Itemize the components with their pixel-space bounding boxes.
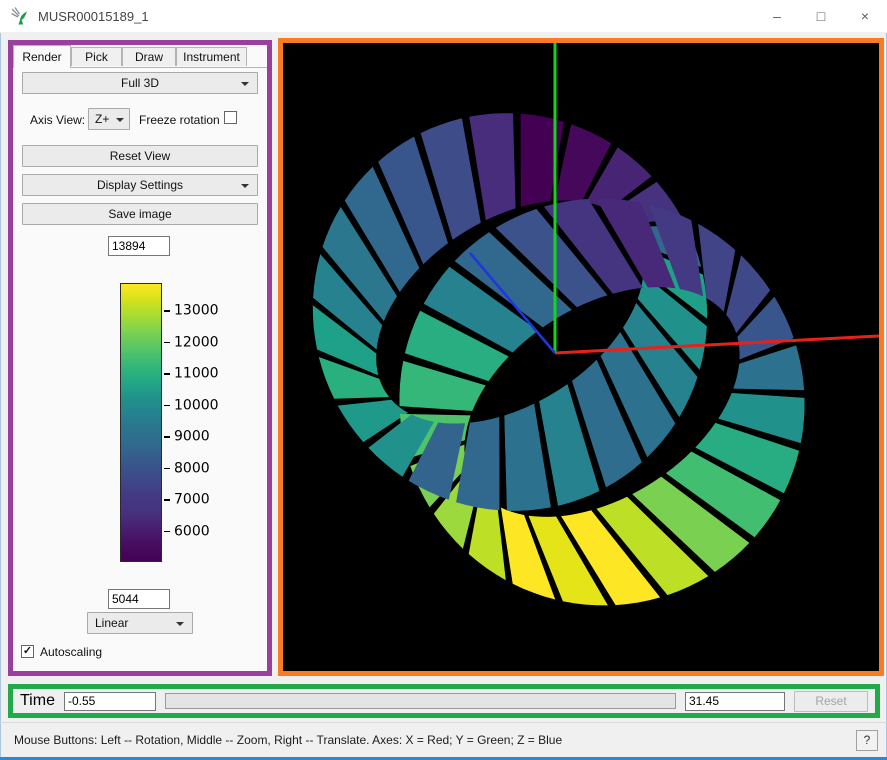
time-label: Time	[20, 692, 55, 710]
axis-view-combobox-value: Z+	[95, 112, 109, 126]
status-bar: Mouse Buttons: Left -- Rotation, Middle …	[0, 722, 887, 758]
colorbar-tick-mark	[164, 531, 170, 533]
scale-type-combobox[interactable]: Linear	[87, 612, 193, 634]
minimize-icon[interactable]: –	[755, 0, 799, 32]
colorbar-tick-label: 6000	[174, 524, 210, 540]
scale-min-input[interactable]	[108, 589, 170, 609]
save-image-button[interactable]: Save image	[22, 203, 258, 225]
colorbar-tick-label: 11000	[174, 366, 219, 382]
help-button[interactable]: ?	[856, 730, 878, 751]
autoscaling-label: Autoscaling	[40, 645, 102, 659]
colorbar-tick-label: 8000	[174, 460, 210, 476]
render-viewport[interactable]	[283, 43, 879, 671]
time-reset-button-label: Reset	[815, 694, 846, 708]
time-slider[interactable]	[165, 693, 676, 709]
mantid-app-icon	[10, 6, 30, 26]
axis-view-label: Axis View:	[30, 113, 85, 127]
instrument-view-window: { "window": { "title": "MUSR00015189_1",…	[0, 0, 887, 760]
chevron-down-icon	[241, 82, 249, 86]
scale-max-input[interactable]	[108, 236, 170, 256]
maximize-icon[interactable]: □	[799, 0, 843, 32]
time-min-input[interactable]	[64, 692, 156, 711]
axis-view-combobox[interactable]: Z+	[88, 108, 130, 130]
colorbar-tick-label: 12000	[174, 334, 219, 350]
chevron-down-icon	[241, 184, 249, 188]
tab-instrument[interactable]: Instrument	[176, 47, 247, 66]
render-tab-page: Render Pick Draw Instrument Full 3D Axis…	[13, 45, 267, 671]
projection-combobox[interactable]: Full 3D	[22, 72, 258, 94]
colorbar-tick-mark	[164, 436, 170, 438]
tab-render[interactable]: Render	[13, 45, 71, 68]
controls-panel: Render Pick Draw Instrument Full 3D Axis…	[8, 40, 272, 676]
freeze-rotation-checkbox[interactable]	[224, 111, 237, 124]
title-bar: MUSR00015189_1 – □ ×	[0, 0, 887, 33]
time-max-input[interactable]	[685, 692, 785, 711]
colorbar-tick-mark	[164, 342, 170, 344]
time-bar: Time Reset	[8, 684, 880, 718]
display-settings-button-label: Display Settings	[97, 178, 183, 192]
render-viewport-frame	[278, 38, 884, 676]
colorbar-tick-label: 7000	[174, 492, 210, 508]
projection-combobox-value: Full 3D	[121, 76, 159, 90]
colorbar[interactable]	[120, 283, 162, 562]
chevron-down-icon	[116, 118, 124, 122]
display-settings-button[interactable]: Display Settings	[22, 174, 258, 196]
scale-type-combobox-value: Linear	[95, 616, 128, 630]
colorbar-tick-mark	[164, 405, 170, 407]
chevron-down-icon	[176, 622, 184, 626]
colorbar-tick-label: 10000	[174, 397, 219, 413]
window-controls: – □ ×	[755, 0, 887, 32]
close-icon[interactable]: ×	[843, 0, 887, 32]
time-reset-button[interactable]: Reset	[794, 691, 868, 712]
window-title: MUSR00015189_1	[38, 9, 149, 24]
colorbar-tick-label: 9000	[174, 429, 210, 445]
colorbar-tick-label: 13000	[174, 303, 219, 319]
colorbar-tick-mark	[164, 373, 170, 375]
save-image-button-label: Save image	[108, 207, 171, 221]
reset-view-button[interactable]: Reset View	[22, 145, 258, 167]
freeze-rotation-label: Freeze rotation	[139, 113, 220, 127]
tab-pick[interactable]: Pick	[71, 47, 122, 66]
colorbar-tick-mark	[164, 310, 170, 312]
status-text: Mouse Buttons: Left -- Rotation, Middle …	[14, 733, 562, 747]
autoscaling-checkbox[interactable]	[21, 645, 34, 658]
tab-draw[interactable]: Draw	[122, 47, 176, 66]
colorbar-tick-mark	[164, 499, 170, 501]
tab-bar: Render Pick Draw Instrument	[13, 45, 267, 68]
colorbar-tick-mark	[164, 468, 170, 470]
reset-view-button-label: Reset View	[110, 149, 170, 163]
